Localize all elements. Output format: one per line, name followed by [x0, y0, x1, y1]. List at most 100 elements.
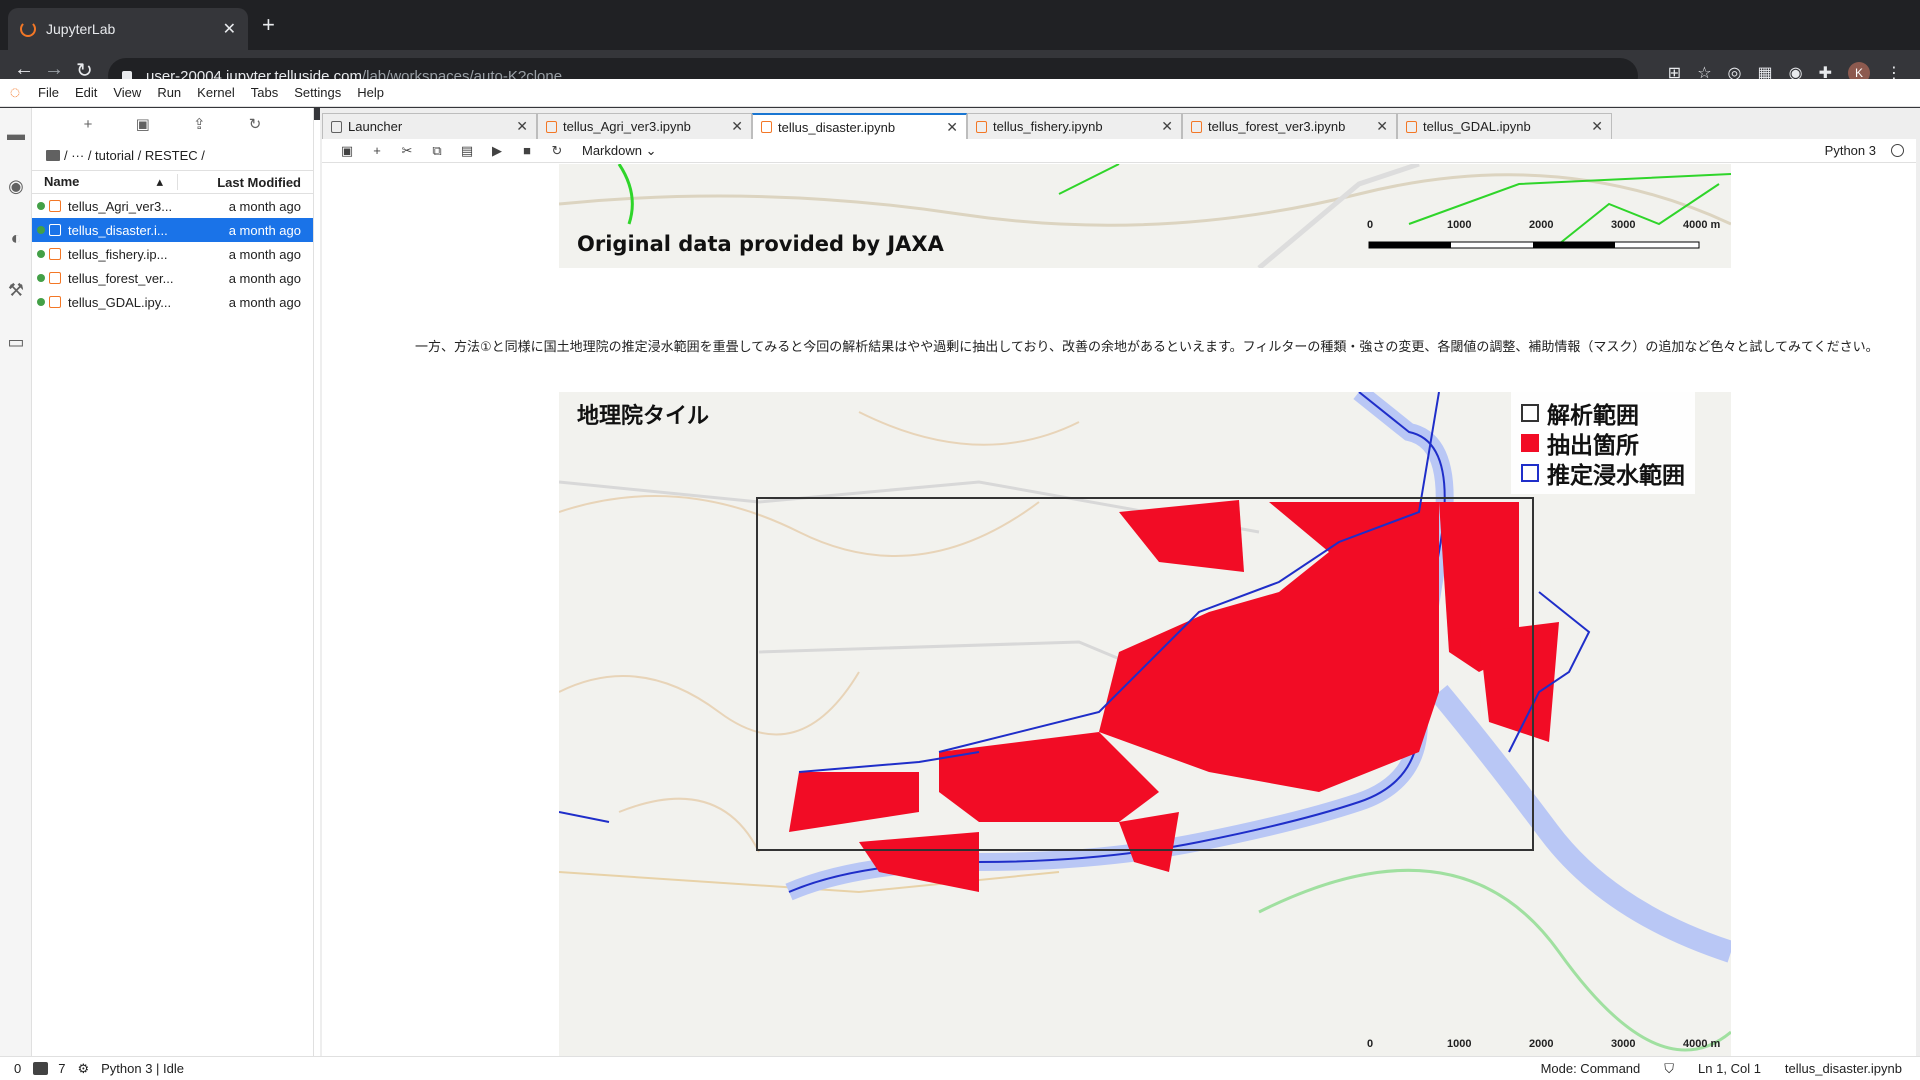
legend-item: 抽出箇所 [1521, 428, 1685, 459]
save-icon[interactable]: ▣ [332, 143, 362, 159]
menu-file[interactable]: File [30, 85, 67, 100]
run-icon[interactable]: ▶ [482, 143, 512, 159]
file-row[interactable]: tellus_forest_ver... a month ago [32, 266, 313, 290]
legend-item: 解析範囲 [1521, 398, 1685, 429]
terminal-icon [33, 1062, 49, 1075]
tab-fishery[interactable]: tellus_fishery.ipynb ✕ [967, 113, 1182, 139]
menu-run[interactable]: Run [149, 85, 189, 100]
kernel-name[interactable]: Python 3 [1825, 143, 1876, 158]
palette-icon[interactable]: ◐ [0, 212, 32, 264]
jupyter-logo-icon [20, 21, 36, 37]
menu-view[interactable]: View [105, 85, 149, 100]
file-name: tellus_fishery.ip... [68, 246, 168, 262]
close-icon[interactable]: ✕ [1376, 118, 1388, 135]
browser-tab-strip: JupyterLab ✕ + [0, 0, 1920, 50]
image-caption: Original data provided by JAXA [577, 232, 944, 256]
launcher-icon [331, 120, 342, 133]
markdown-cell-text: 一方、方法①と同様に国土地理院の推定浸水範囲を重畳してみると今回の解析結果はやや… [415, 339, 1879, 354]
menu-help[interactable]: Help [349, 85, 392, 100]
cursor-position[interactable]: Ln 1, Col 1 [1698, 1061, 1761, 1077]
breadcrumb-path[interactable]: / ··· / tutorial / RESTEC / [64, 148, 205, 163]
notebook-icon [49, 200, 61, 212]
new-tab-button[interactable]: + [262, 12, 275, 38]
running-indicator-icon [37, 274, 45, 282]
file-modified: a month ago [228, 270, 301, 286]
running-indicator-icon [37, 202, 45, 210]
forward-icon[interactable]: → [44, 58, 64, 81]
file-name: tellus_Agri_ver3... [68, 198, 173, 214]
legend-swatch-flood [1521, 464, 1539, 482]
main-area: Launcher ✕ tellus_Agri_ver3.ipynb ✕ tell… [320, 108, 1920, 1056]
terminal-count[interactable]: 0 [14, 1061, 21, 1076]
output-image-top: Original data provided by JAXA 0 1000 20… [559, 164, 1731, 268]
tab-disaster[interactable]: tellus_disaster.ipynb ✕ [752, 113, 967, 139]
menu-settings[interactable]: Settings [286, 85, 349, 100]
close-icon[interactable]: ✕ [223, 19, 236, 39]
paste-icon[interactable]: ▤ [452, 143, 482, 159]
trusted-icon[interactable]: ⛉ [1664, 1061, 1674, 1077]
menu-edit[interactable]: Edit [67, 85, 105, 100]
legend-item: 推定浸水範囲 [1521, 458, 1685, 489]
activity-bar: ▬ ◉ ◐ ⚒ ▭ [0, 108, 32, 1056]
file-modified: a month ago [228, 222, 301, 238]
kernel-count-icon: ⚙ [77, 1060, 90, 1076]
tab-launcher[interactable]: Launcher ✕ [322, 113, 537, 139]
column-name[interactable]: Name ▴ [32, 174, 178, 190]
breadcrumb: / ··· / tutorial / RESTEC / [32, 140, 313, 170]
jupyter-logo-icon: ◌ [9, 82, 21, 102]
upload-icon[interactable]: ⇪ [193, 115, 206, 133]
running-indicator-icon [37, 298, 45, 306]
copy-icon[interactable]: ⧉ [422, 143, 452, 159]
menu-tabs[interactable]: Tabs [243, 85, 286, 100]
close-icon[interactable]: ✕ [946, 119, 958, 136]
notebook-icon [49, 224, 61, 236]
notebook-icon [49, 296, 61, 308]
column-last-modified[interactable]: Last Modified [178, 175, 313, 190]
tab-forest[interactable]: tellus_forest_ver3.ipynb ✕ [1182, 113, 1397, 139]
legend-swatch-analysis [1521, 404, 1539, 422]
add-cell-icon[interactable]: + [362, 143, 392, 158]
notebook-mode: Mode: Command [1540, 1061, 1641, 1076]
file-name: tellus_forest_ver... [68, 270, 174, 286]
restart-icon[interactable]: ↻ [542, 143, 572, 159]
tab-gdal[interactable]: tellus_GDAL.ipynb ✕ [1397, 113, 1612, 139]
wrench-icon[interactable]: ⚒ [0, 264, 32, 316]
file-row[interactable]: tellus_Agri_ver3... a month ago [32, 194, 313, 218]
close-icon[interactable]: ✕ [516, 118, 528, 135]
close-icon[interactable]: ✕ [1161, 118, 1173, 135]
file-row-selected[interactable]: tellus_disaster.i... a month ago [32, 218, 313, 242]
kernel-state[interactable]: Python 3 | Idle [101, 1061, 184, 1076]
notebook-icon [761, 121, 772, 133]
menu-kernel[interactable]: Kernel [189, 85, 243, 100]
browser-tab[interactable]: JupyterLab ✕ [8, 8, 248, 50]
tab-agri[interactable]: tellus_Agri_ver3.ipynb ✕ [537, 113, 752, 139]
file-list-header: Name ▴ Last Modified [32, 170, 313, 194]
running-icon[interactable]: ◉ [0, 160, 32, 212]
notebook-content: Original data provided by JAXA 0 1000 20… [322, 164, 1916, 1056]
new-launcher-icon[interactable]: + [84, 116, 93, 133]
file-name: tellus_disaster.i... [68, 222, 168, 238]
stop-icon[interactable]: ■ [512, 143, 542, 158]
refresh-icon[interactable]: ↻ [249, 115, 262, 133]
scale-bar: 0 1000 2000 3000 4000 m [1367, 1038, 1721, 1050]
cell-type-select[interactable]: Markdown ⌄ [582, 143, 657, 159]
file-row[interactable]: tellus_GDAL.ipy... a month ago [32, 290, 313, 314]
cut-icon[interactable]: ✂ [392, 143, 422, 159]
file-modified: a month ago [228, 294, 301, 310]
folder-icon[interactable]: ▬ [0, 108, 32, 160]
file-row[interactable]: tellus_fishery.ip... a month ago [32, 242, 313, 266]
notebook-icon [1191, 120, 1202, 133]
running-indicator-icon [37, 250, 45, 258]
file-modified: a month ago [228, 198, 301, 214]
close-icon[interactable]: ✕ [731, 118, 743, 135]
notebook-icon [49, 248, 61, 260]
notebook-panel: ▣ + ✂ ⧉ ▤ ▶ ■ ↻ Markdown ⌄ Python 3 Orig… [322, 139, 1916, 1056]
new-folder-icon[interactable]: ▣ [136, 115, 150, 133]
tabs-icon[interactable]: ▭ [0, 316, 32, 368]
folder-icon[interactable] [46, 149, 60, 161]
chevron-down-icon: ⌄ [645, 142, 657, 158]
close-icon[interactable]: ✕ [1591, 118, 1603, 135]
notebook-icon [546, 120, 557, 133]
kernel-count[interactable]: 7 [58, 1061, 65, 1076]
scale-bar: 0 1000 2000 3000 4000 m [1367, 219, 1721, 231]
